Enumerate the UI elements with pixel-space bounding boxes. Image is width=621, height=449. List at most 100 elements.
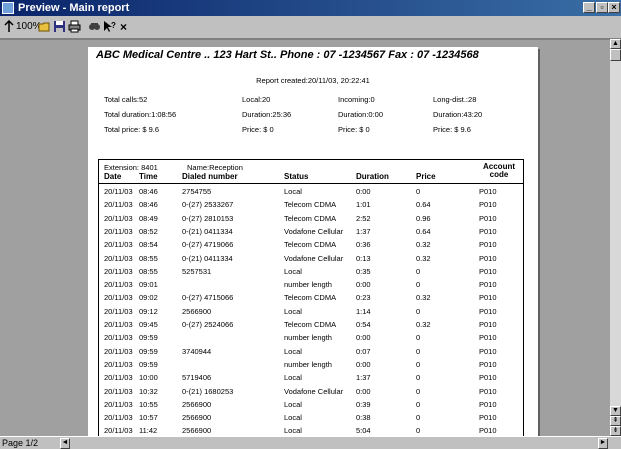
maximize-button[interactable]: ▫ — [596, 2, 608, 13]
cell-price: 0.32 — [416, 253, 431, 263]
col-time: Time — [139, 172, 158, 181]
cell-dialed: 3740944 — [182, 346, 212, 356]
cell-account-code: P010 — [479, 359, 497, 369]
duration-long: Duration:43:20 — [433, 110, 483, 119]
table-row: 20/11/03 08:54 0-(27) 4719066 Telecom CDMA 0… — [99, 240, 523, 251]
cell-status: Local — [284, 399, 302, 409]
vertical-scrollbar[interactable]: ▲ ▼ ⇞ ⇟ — [610, 39, 621, 436]
extension-name: Name:Reception — [187, 163, 243, 172]
cell-account-code: P010 — [479, 413, 497, 423]
svg-text:?: ? — [111, 21, 116, 30]
cell-price: 0 — [416, 413, 421, 423]
cell-duration: 0:54 — [356, 320, 371, 329]
scroll-thumb[interactable] — [610, 49, 621, 61]
cell-price: 0 — [416, 373, 421, 383]
prev-page-icon[interactable]: ⇞ — [610, 416, 621, 426]
cell-duration: 2:52 — [356, 213, 371, 223]
cell-time: 09:59 — [139, 346, 158, 356]
cell-duration: 0:07 — [356, 346, 371, 356]
scroll-left-icon[interactable]: ◄ — [60, 438, 70, 449]
table-row: 20/11/03 10:00 5719406 Local 1:37 0 P010 — [99, 373, 523, 384]
table-row: 20/11/03 08:49 0-(27) 2810153 Telecom CDMA 2… — [99, 214, 523, 225]
zoom-icon[interactable] — [3, 19, 16, 33]
print-icon[interactable] — [68, 20, 81, 33]
next-page-icon[interactable]: ⇟ — [610, 426, 621, 436]
cell-date: 20/11/03 — [104, 213, 133, 223]
cell-account-code: P010 — [479, 293, 497, 303]
scroll-up-icon[interactable]: ▲ — [610, 39, 621, 49]
cell-duration: 0:00 — [356, 333, 371, 343]
cell-account-code: P010 — [479, 253, 497, 263]
total-calls: Total calls:52 — [104, 95, 148, 104]
incoming-calls: Incoming:0 — [338, 95, 375, 104]
cell-status: Vodafone Cellular — [284, 226, 344, 236]
cell-status: Vodafone Cellular — [284, 253, 344, 263]
cell-status: Telecom CDMA — [284, 293, 337, 303]
cell-duration: 0:23 — [356, 293, 371, 303]
cell-account-code: P010 — [479, 346, 497, 356]
cell-date: 20/11/03 — [104, 280, 133, 290]
cell-time: 09:01 — [139, 280, 158, 290]
cell-dialed: 2566900 — [182, 413, 212, 423]
cell-price: 0 — [416, 426, 421, 436]
cell-account-code: P010 — [479, 280, 497, 290]
cell-status: Local — [284, 346, 302, 356]
cell-date: 20/11/03 — [104, 373, 133, 383]
report-page: ABC Medical Centre .. 123 Hart St.. Phon… — [88, 47, 538, 437]
cell-duration: 0:00 — [356, 386, 371, 396]
cell-account-code: P010 — [479, 200, 497, 210]
cell-status: Telecom CDMA — [284, 200, 337, 210]
close-window-button[interactable]: × — [608, 2, 620, 13]
cell-time: 08:55 — [139, 266, 158, 276]
cell-date: 20/11/03 — [104, 266, 133, 276]
col-account-code: Account code — [474, 163, 524, 179]
cell-date: 20/11/03 — [104, 333, 133, 343]
cell-date: 20/11/03 — [104, 426, 133, 436]
table-row: 20/11/03 09:12 2566900 Local 1:14 0 P010 — [99, 307, 523, 318]
table-row: 20/11/03 09:59 number length 0:00 0 P010 — [99, 333, 523, 344]
cell-dialed: 5257531 — [182, 266, 212, 276]
cell-time: 09:45 — [139, 320, 158, 329]
cell-price: 0 — [416, 280, 421, 290]
cell-status: number length — [284, 280, 332, 290]
find-icon[interactable] — [88, 20, 101, 33]
cell-dialed: 0-(21) 0411334 — [182, 253, 233, 263]
save-icon[interactable] — [53, 20, 66, 33]
cell-account-code: P010 — [479, 386, 497, 396]
open-folder-icon[interactable] — [38, 20, 51, 33]
cell-duration: 0:38 — [356, 413, 371, 423]
cell-dialed: 0-(27) 4715066 — [182, 293, 234, 303]
scroll-right-icon[interactable]: ► — [598, 438, 608, 449]
cell-date: 20/11/03 — [104, 240, 133, 250]
cell-dialed: 0-(27) 2533267 — [182, 200, 234, 210]
cell-time: 11:42 — [139, 426, 158, 436]
cell-status: Local — [284, 266, 302, 276]
cell-status: Telecom CDMA — [284, 320, 337, 329]
long-dist-calls: Long-dist.:28 — [433, 95, 477, 104]
cell-date: 20/11/03 — [104, 187, 133, 196]
cell-time: 10:57 — [139, 413, 158, 423]
cell-price: 0.64 — [416, 226, 431, 236]
cell-price: 0 — [416, 333, 421, 343]
toolbar: 100% ? × — [0, 16, 621, 39]
cell-status: Local — [284, 413, 302, 423]
cell-account-code: P010 — [479, 213, 497, 223]
cell-time: 08:55 — [139, 253, 158, 263]
close-preview-button[interactable]: × — [120, 20, 127, 34]
table-row: 20/11/03 09:02 0-(27) 4715066 Telecom CDMA 0… — [99, 293, 523, 304]
col-duration: Duration — [356, 172, 389, 181]
cell-status: Local — [284, 306, 302, 316]
cell-status: Telecom CDMA — [284, 213, 337, 223]
cell-price: 0.96 — [416, 213, 431, 223]
cell-time: 10:32 — [139, 386, 158, 396]
cell-date: 20/11/03 — [104, 226, 133, 236]
table-row: 20/11/03 08:46 0-(27) 2533267 Telecom CDMA 1… — [99, 200, 523, 211]
help-icon[interactable]: ? — [103, 20, 116, 33]
scroll-down-icon[interactable]: ▼ — [610, 406, 621, 416]
col-date: Date — [104, 172, 122, 181]
cell-date: 20/11/03 — [104, 399, 133, 409]
cell-duration: 1:14 — [356, 306, 371, 316]
minimize-button[interactable]: _ — [583, 2, 595, 13]
local-calls: Local:20 — [242, 95, 271, 104]
cell-status: number length — [284, 333, 332, 343]
